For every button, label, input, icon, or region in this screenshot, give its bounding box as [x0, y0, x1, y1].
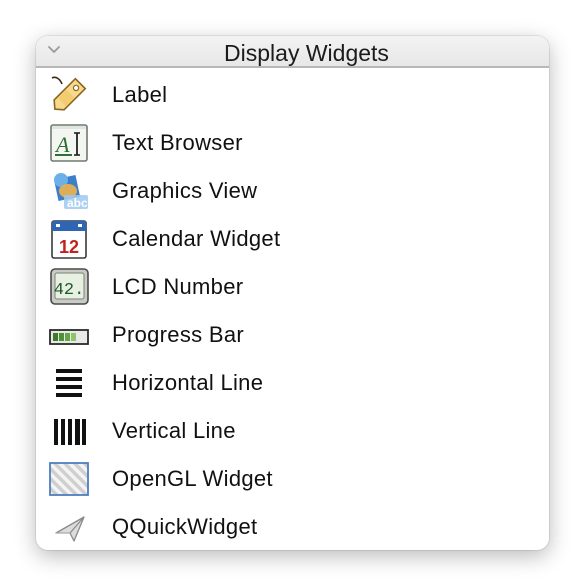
- widget-list: Label A Text Browser abc Graphics View 1…: [36, 71, 549, 550]
- widget-item-lcd-number-text: LCD Number: [112, 274, 244, 299]
- vertical-line-icon: [54, 419, 86, 445]
- qquick-widget-icon: [55, 516, 85, 542]
- label-tag-icon: [51, 76, 87, 111]
- widget-item-progress-bar-text: Progress Bar: [112, 322, 244, 347]
- lcd-number-icon: 42.: [50, 268, 89, 305]
- widget-item-progress-bar[interactable]: Progress Bar: [36, 311, 549, 359]
- calendar-icon: 12: [51, 220, 87, 259]
- horizontal-line-icon: [56, 369, 82, 397]
- widget-item-label-text: Label: [112, 82, 168, 107]
- widget-item-qquickwidget-text: QQuickWidget: [112, 514, 258, 539]
- widget-item-qquickwidget[interactable]: QQuickWidget: [36, 503, 549, 550]
- svg-text:12: 12: [59, 237, 79, 257]
- widget-item-calendar-widget[interactable]: 12 Calendar Widget: [36, 215, 549, 263]
- svg-text:42.: 42.: [54, 281, 85, 300]
- widget-item-horizontal-line[interactable]: Horizontal Line: [36, 359, 549, 407]
- widget-item-opengl-widget-text: OpenGL Widget: [112, 466, 273, 491]
- graphics-view-icon: abc: [53, 173, 88, 210]
- widget-item-label[interactable]: Label: [36, 71, 549, 119]
- category-header[interactable]: Display Widgets: [36, 36, 549, 68]
- widget-item-vertical-line-text: Vertical Line: [112, 418, 236, 443]
- svg-text:A: A: [54, 132, 70, 157]
- svg-text:abc: abc: [67, 196, 88, 210]
- widget-item-graphics-view-text: Graphics View: [112, 178, 258, 203]
- widget-item-opengl-widget[interactable]: OpenGL Widget: [36, 455, 549, 503]
- progress-bar-icon: [49, 329, 89, 345]
- widget-item-graphics-view[interactable]: abc Graphics View: [36, 167, 549, 215]
- widget-item-lcd-number[interactable]: 42. LCD Number: [36, 263, 549, 311]
- widget-item-horizontal-line-text: Horizontal Line: [112, 370, 264, 395]
- widget-item-vertical-line[interactable]: Vertical Line: [36, 407, 549, 455]
- widget-item-text-browser-text: Text Browser: [112, 130, 243, 155]
- widget-item-calendar-widget-text: Calendar Widget: [112, 226, 281, 251]
- widget-box-panel: Display Widgets Label A Text Browser abc…: [36, 36, 549, 550]
- opengl-widget-icon: [49, 462, 89, 496]
- text-browser-icon: A: [50, 124, 88, 162]
- category-title: Display Widgets: [224, 40, 389, 66]
- widget-item-text-browser[interactable]: A Text Browser: [36, 119, 549, 167]
